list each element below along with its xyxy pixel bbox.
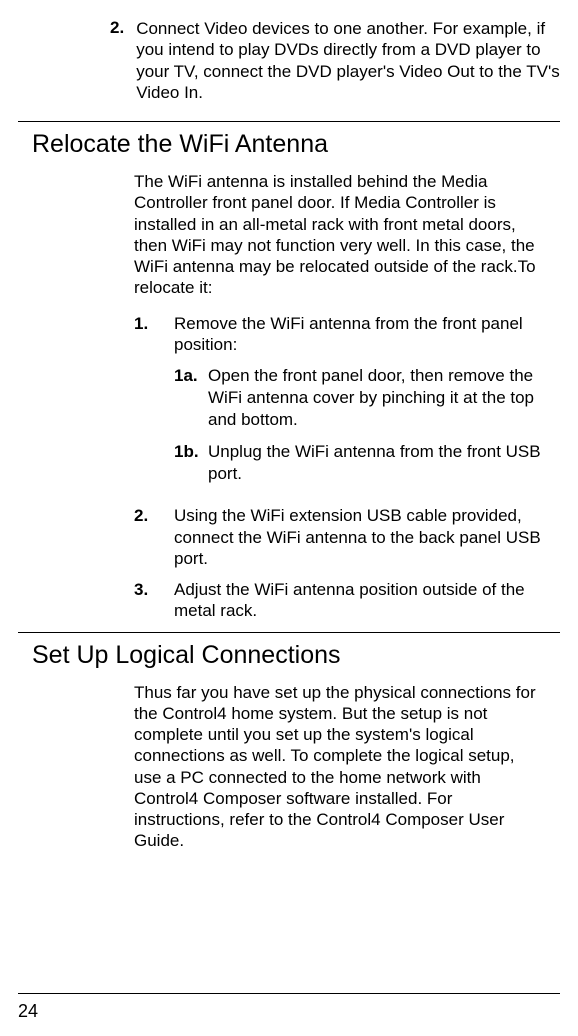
sub-list-item: 1a. Open the front panel door, then remo… [174, 365, 546, 431]
list-item: 1. Remove the WiFi antenna from the fron… [134, 313, 546, 496]
list-number: 2. [134, 505, 174, 569]
wifi-steps: 1. Remove the WiFi antenna from the fron… [134, 313, 546, 622]
section-divider [18, 632, 560, 633]
list-text: Adjust the WiFi antenna position outside… [174, 579, 546, 622]
page: 2. Connect Video devices to one another.… [0, 0, 578, 1036]
sub-list-text: Unplug the WiFi antenna from the front U… [208, 441, 546, 485]
section-body-wifi: The WiFi antenna is installed behind the… [134, 171, 546, 622]
section-divider [18, 121, 560, 122]
list-item: 2. Connect Video devices to one another.… [110, 18, 560, 103]
footer-divider [18, 993, 560, 994]
list-number: 2. [110, 18, 136, 103]
section-intro: The WiFi antenna is installed behind the… [134, 171, 546, 299]
list-number: 1. [134, 313, 174, 496]
footer-divider-wrap [18, 993, 560, 994]
step-text: Remove the WiFi antenna from the front p… [174, 314, 523, 354]
sub-list-item: 1b. Unplug the WiFi antenna from the fro… [174, 441, 546, 485]
content-area: 2. Connect Video devices to one another.… [0, 0, 578, 852]
sub-list-number: 1a. [174, 365, 208, 431]
list-item: 2. Using the WiFi extension USB cable pr… [134, 505, 546, 569]
sub-list-text: Open the front panel door, then remove t… [208, 365, 546, 431]
section-paragraph: Thus far you have set up the physical co… [134, 682, 546, 852]
list-item: 3. Adjust the WiFi antenna position outs… [134, 579, 546, 622]
section-body-logical: Thus far you have set up the physical co… [134, 682, 546, 852]
page-number: 24 [18, 1001, 38, 1022]
list-text: Connect Video devices to one another. Fo… [136, 18, 560, 103]
sub-steps: 1a. Open the front panel door, then remo… [174, 365, 546, 485]
section-heading-logical: Set Up Logical Connections [32, 641, 560, 670]
sub-list-number: 1b. [174, 441, 208, 485]
list-number: 3. [134, 579, 174, 622]
list-text: Remove the WiFi antenna from the front p… [174, 313, 546, 496]
section-heading-wifi: Relocate the WiFi Antenna [32, 130, 560, 159]
list-text: Using the WiFi extension USB cable provi… [174, 505, 546, 569]
top-numbered-list: 2. Connect Video devices to one another.… [110, 18, 560, 103]
